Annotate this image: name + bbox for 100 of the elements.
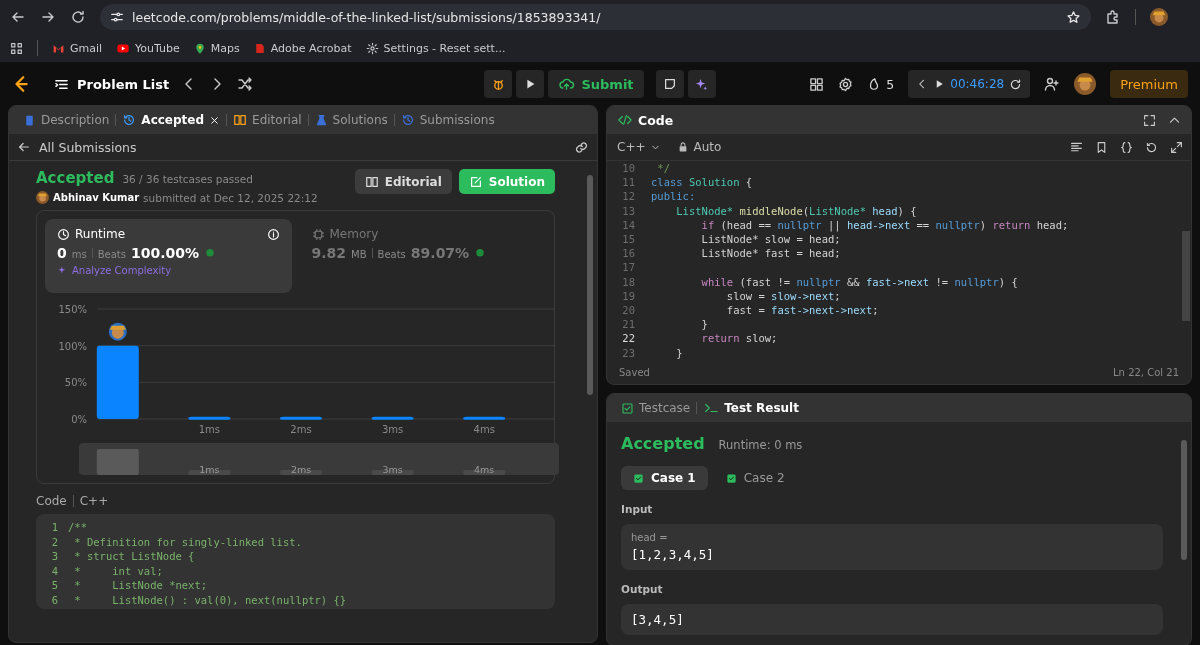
status-text: Accepted (36, 169, 115, 187)
clock-icon (57, 227, 70, 241)
chart-bar[interactable] (463, 416, 506, 420)
link-icon[interactable] (574, 139, 589, 155)
editorial-button[interactable]: Editorial (354, 169, 452, 194)
stat-card[interactable]: Memory 9.82 MB Beats 89.07% (299, 219, 546, 293)
tab[interactable]: Submissions (394, 109, 501, 131)
checkbox-icon (621, 401, 634, 415)
stat-card[interactable]: Runtime 0 ms Beats 100.00% Analyze Complexity (45, 219, 292, 293)
note-icon (662, 77, 677, 91)
bookmark[interactable]: Settings - Reset sett... (365, 41, 506, 55)
apps-icon[interactable] (10, 41, 23, 55)
debug-button[interactable] (484, 70, 513, 98)
axis-label: 4ms (474, 464, 495, 475)
book-icon (233, 113, 248, 127)
timer[interactable]: 00:46:28 (908, 70, 1031, 98)
stat-label: Memory (329, 227, 379, 241)
history-icon (122, 113, 137, 127)
chart-bar[interactable] (96, 345, 139, 419)
streak-counter[interactable]: 5 (867, 76, 895, 92)
result-status: Accepted (621, 434, 705, 453)
input-box: head = [1,2,3,4,5] (621, 524, 1163, 570)
extensions-icon[interactable] (1105, 9, 1121, 25)
axis-label: 100% (58, 340, 87, 352)
avatar (1150, 8, 1168, 26)
language-select[interactable]: C++ (617, 140, 661, 154)
bookmark[interactable]: Maps (193, 41, 240, 55)
submit-button[interactable]: Submit (548, 70, 644, 98)
all-submissions-link[interactable]: All Submissions (39, 139, 137, 155)
check-icon (633, 472, 644, 484)
case-tab[interactable]: Case 2 (713, 466, 797, 490)
play-icon (116, 41, 131, 55)
format-icon[interactable] (1070, 140, 1083, 154)
avatar (108, 322, 127, 341)
bookmark[interactable]: YouTube (116, 41, 180, 55)
stat-value: 0 (57, 245, 67, 261)
tab[interactable]: Testcase (615, 397, 697, 419)
input-label: Input (621, 503, 654, 515)
tune-icon (110, 10, 124, 24)
beats-label: Beats (97, 249, 126, 260)
code-block: 1 /** 2 * Definition for singly-linked list. 3 * struct ListNode { 4 * int val; 5 * ListNode *next; 6 * ListNode() : val(0), next(nullptr) {} (36, 514, 555, 609)
document-icon (23, 113, 36, 127)
code-label: Code (36, 494, 67, 508)
history-icon (400, 113, 415, 127)
flask-icon (314, 113, 328, 127)
reload-icon[interactable] (70, 9, 86, 25)
shuffle-icon[interactable] (237, 76, 254, 92)
language-label: C++ (79, 494, 109, 508)
chart-bar[interactable] (280, 416, 322, 420)
premium-button[interactable]: Premium (1110, 70, 1188, 98)
fullscreen-icon[interactable] (1143, 113, 1156, 127)
braces-icon[interactable] (1120, 140, 1133, 154)
stat-unit: MB (351, 249, 367, 260)
tab[interactable]: Solutions (308, 109, 394, 131)
cloud-upload-icon (558, 76, 576, 92)
star-icon[interactable] (1066, 9, 1081, 25)
code-icon (617, 113, 633, 127)
problem-list-link[interactable]: Problem List (54, 76, 170, 92)
settings-icon[interactable] (838, 76, 854, 92)
code-editor[interactable]: 10 */ 11 class Solution { 12 public: 13 ListNode* middleNode(ListNode* head) { 14 if (head == nullptr || head->next == nullptr) return head; 15 ListNode* slow = head; 16 ListNode* fast = head; 17 18 while (fast != nullptr && fast->next != nullptr) { 19 slow = slow->next; 20 fast = fast->next->next; 21 } 22 return slow; 23 } (607, 161, 1191, 360)
terminal-icon (703, 401, 720, 415)
layout-icon[interactable] (809, 76, 825, 92)
range-selector[interactable]: 1ms 2ms 3ms 4ms (79, 443, 559, 475)
close-icon[interactable] (209, 114, 221, 126)
axis-label: 150% (58, 304, 87, 315)
bookmark[interactable]: Adobe Acrobat (253, 41, 352, 55)
chart-bar[interactable] (371, 416, 414, 420)
axis-label: 0% (71, 414, 87, 425)
info-icon[interactable] (266, 227, 280, 241)
chip-icon (311, 227, 325, 241)
map-pin-icon (193, 41, 206, 55)
avatar (1074, 73, 1097, 95)
case-tab[interactable]: Case 1 (621, 466, 708, 490)
add-user-icon[interactable] (1044, 76, 1061, 92)
axis-label: 3ms (382, 464, 403, 475)
address-bar[interactable]: leetcode.com/problems/middle-of-the-linked-list/submissions/1853893341/ (100, 4, 1091, 30)
stat-value: 9.82 (311, 245, 347, 261)
bookmark[interactable]: Gmail (52, 41, 103, 55)
beats-label: Beats (377, 249, 406, 260)
expand-icon[interactable] (1170, 140, 1183, 154)
edit-icon (468, 174, 483, 189)
check-icon (725, 472, 737, 484)
tab[interactable]: Accepted (116, 109, 227, 131)
settings-icon (365, 41, 379, 55)
tab[interactable]: Test Result (697, 397, 805, 419)
back-icon[interactable] (17, 140, 31, 154)
sparkle-icon (694, 76, 710, 92)
run-button[interactable] (516, 70, 545, 98)
tab[interactable]: Description (17, 109, 116, 131)
stat-label: Runtime (75, 227, 126, 241)
assistant-button[interactable] (687, 70, 716, 98)
auto-mode[interactable]: Auto (676, 140, 722, 154)
notes-button[interactable] (655, 70, 684, 98)
bookmark-icon[interactable] (1095, 140, 1108, 154)
author-name[interactable]: Abhinav Kumar (53, 192, 140, 203)
undo-icon[interactable] (1145, 140, 1158, 154)
runtime-text: Runtime: 0 ms (718, 438, 803, 452)
tab[interactable]: Editorial (227, 109, 308, 131)
chart-bar[interactable] (188, 416, 231, 420)
beats-value: 89.07% (410, 245, 470, 261)
